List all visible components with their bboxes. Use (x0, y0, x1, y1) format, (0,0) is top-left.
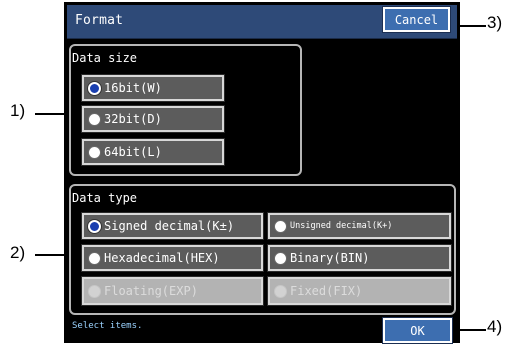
radio-icon (88, 284, 101, 298)
option-label: 16bit(W) (104, 81, 162, 95)
radio-selected-icon (88, 219, 101, 233)
option-binary[interactable]: Binary(BIN) (267, 244, 452, 272)
option-label: Unsigned decimal(K+) (290, 221, 393, 231)
option-unsigned-decimal[interactable]: Unsigned decimal(K+) (267, 212, 452, 240)
option-label: Floating(EXP) (104, 284, 198, 298)
dialog-title: Format (75, 13, 124, 28)
option-fixed: Fixed(FIX) (267, 276, 452, 306)
radio-icon (88, 145, 101, 159)
callout-1: 1) (10, 101, 26, 120)
option-64bit[interactable]: 64bit(L) (81, 138, 225, 166)
radio-icon (88, 251, 101, 265)
option-label: 32bit(D) (104, 112, 162, 126)
option-32bit[interactable]: 32bit(D) (81, 105, 225, 133)
data-type-label: Data type (72, 191, 138, 205)
option-hexadecimal[interactable]: Hexadecimal(HEX) (81, 244, 264, 272)
callout-2: 2) (10, 243, 26, 262)
ok-button[interactable]: OK (382, 317, 453, 344)
radio-icon (274, 251, 287, 265)
option-signed-decimal[interactable]: Signed decimal(K±) (81, 212, 264, 240)
radio-icon (274, 219, 287, 233)
option-floating: Floating(EXP) (81, 276, 264, 306)
option-label: Signed decimal(K±) (104, 219, 235, 233)
option-label: Fixed(FIX) (290, 284, 363, 298)
status-message: Select items. (72, 321, 143, 331)
radio-icon (88, 112, 101, 126)
cancel-button[interactable]: Cancel (382, 6, 451, 33)
callout-3: 3) (487, 13, 503, 32)
radio-icon (274, 284, 287, 298)
callout-4: 4) (487, 317, 503, 336)
option-label: 64bit(L) (104, 145, 162, 159)
option-label: Hexadecimal(HEX) (104, 251, 220, 265)
data-size-label: Data size (72, 51, 138, 65)
option-label: Binary(BIN) (290, 251, 370, 265)
radio-selected-icon (88, 81, 101, 95)
format-dialog: Format Cancel Data size 16bit(W) 32bit(D… (64, 2, 460, 344)
option-16bit[interactable]: 16bit(W) (81, 74, 225, 102)
